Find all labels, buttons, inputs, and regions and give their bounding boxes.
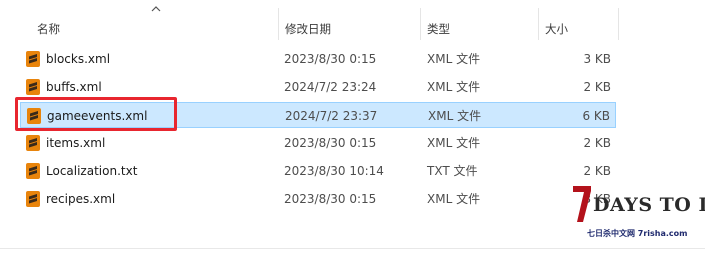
watermark-title: DAYS TO DIE <box>593 194 705 216</box>
file-type: TXT 文件 <box>427 164 478 178</box>
file-type: XML 文件 <box>428 109 482 123</box>
file-size: 3 KB <box>583 52 611 66</box>
column-header-size-label: 大小 <box>545 22 568 36</box>
sublime-text-icon <box>26 163 40 179</box>
file-row[interactable]: recipes.xml 2023/8/30 0:15 XML 文件 3 KB <box>20 186 616 212</box>
column-header: 名称 修改日期 类型 大小 <box>0 0 705 40</box>
file-row[interactable]: Localization.txt 2023/8/30 10:14 TXT 文件 2 K… <box>20 158 616 184</box>
column-divider[interactable] <box>618 8 619 40</box>
file-modified-date: 2023/8/30 0:15 <box>284 136 377 150</box>
file-size: 2 KB <box>583 164 611 178</box>
file-type: XML 文件 <box>427 192 481 206</box>
column-header-type-label: 类型 <box>427 22 450 36</box>
sort-ascending-icon <box>151 6 161 12</box>
column-header-name-label: 名称 <box>37 22 60 36</box>
column-header-modified[interactable]: 修改日期 <box>278 0 418 40</box>
file-size: 2 KB <box>583 80 611 94</box>
sublime-text-icon <box>26 135 40 151</box>
column-header-modified-label: 修改日期 <box>285 22 331 36</box>
file-modified-date: 2024/7/2 23:37 <box>285 109 378 123</box>
sublime-text-icon <box>26 79 40 95</box>
annotation-highlight-box <box>15 97 177 131</box>
file-modified-date: 2023/8/30 0:15 <box>284 192 377 206</box>
file-type: XML 文件 <box>427 52 481 66</box>
sublime-text-icon <box>26 51 40 67</box>
column-header-type[interactable]: 类型 <box>420 0 538 40</box>
file-type: XML 文件 <box>427 136 481 150</box>
file-name: recipes.xml <box>46 192 116 206</box>
file-name: blocks.xml <box>46 52 111 66</box>
column-header-size[interactable]: 大小 <box>538 0 618 40</box>
watermark-subtitle: 七日杀中文网 7risha.com <box>587 229 688 238</box>
file-size: 2 KB <box>583 136 611 150</box>
file-name: Localization.txt <box>46 164 138 178</box>
file-row[interactable]: blocks.xml 2023/8/30 0:15 XML 文件 3 KB <box>20 46 616 72</box>
file-row[interactable]: items.xml 2023/8/30 0:15 XML 文件 2 KB <box>20 130 616 156</box>
file-modified-date: 2024/7/2 23:24 <box>284 80 377 94</box>
file-size: 6 KB <box>582 109 610 123</box>
file-type: XML 文件 <box>427 80 481 94</box>
seven-logo-icon <box>573 186 591 222</box>
file-modified-date: 2023/8/30 0:15 <box>284 52 377 66</box>
watermark-logo: DAYS TO DIE 七日杀中文网 7risha.com <box>573 186 705 248</box>
file-name: items.xml <box>46 136 106 150</box>
divider <box>0 248 705 249</box>
file-modified-date: 2023/8/30 10:14 <box>284 164 384 178</box>
sublime-text-icon <box>26 191 40 207</box>
